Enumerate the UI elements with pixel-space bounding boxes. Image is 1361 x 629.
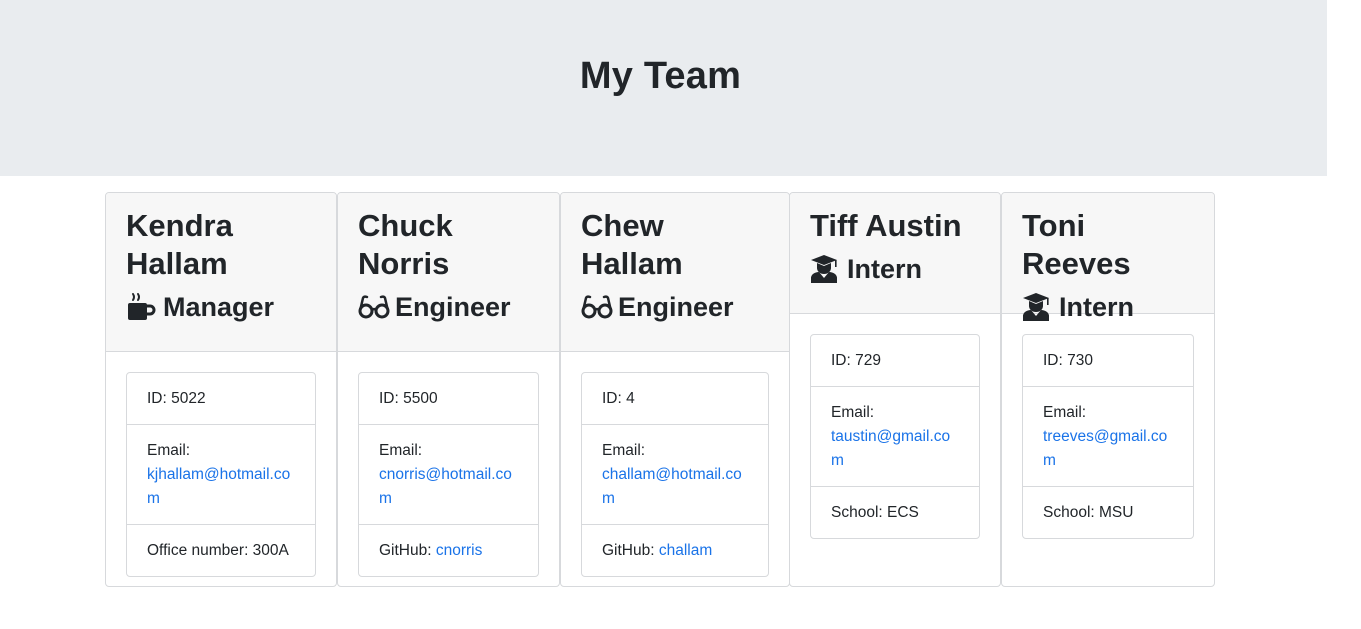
employee-details: ID: 729 Email: taustin@gmail.com School:…: [810, 334, 980, 539]
employee-name: Chew Hallam: [581, 208, 683, 281]
employee-id: ID: 5022: [127, 373, 315, 425]
email-label: Email:: [1043, 404, 1087, 421]
employee-role: Manager: [126, 290, 316, 324]
card-body: ID: 5500 Email: cnorris@hotmail.com GitH…: [338, 352, 559, 586]
employee-card-engineer: Chew Hallam Engineer ID: 4 Email: challa…: [560, 192, 790, 587]
page-header: My Team: [0, 0, 1327, 176]
employee-id: ID: 4: [582, 373, 768, 425]
employee-card-intern: Toni Reeves Intern ID: 730 Email: treeve…: [1001, 192, 1215, 587]
employee-role-label: Manager: [163, 292, 275, 322]
email-link[interactable]: taustin@gmail.com: [831, 428, 950, 469]
glasses-icon: [358, 292, 390, 322]
employee-email: Email: taustin@gmail.com: [811, 387, 979, 487]
employee-card-manager: Kendra Hallam Manager ID: 5022 Email: kj…: [105, 192, 337, 587]
employee-details: ID: 4 Email: challam@hotmail.com GitHub:…: [581, 372, 769, 577]
github: GitHub: cnorris: [359, 525, 538, 576]
card-header: Chew Hallam Engineer: [561, 193, 789, 352]
card-header: Tiff Austin Intern: [790, 193, 1000, 314]
card-body: ID: 4 Email: challam@hotmail.com GitHub:…: [561, 352, 789, 586]
employee-role: Engineer: [358, 290, 539, 324]
employee-name: Chuck Norris: [358, 208, 453, 281]
employee-role-label: Intern: [1059, 292, 1135, 322]
employee-email: Email: cnorris@hotmail.com: [359, 425, 538, 525]
email-link[interactable]: kjhallam@hotmail.com: [147, 466, 290, 507]
email-link[interactable]: challam@hotmail.com: [602, 466, 742, 507]
email-label: Email:: [379, 442, 423, 459]
card-body: ID: 730 Email: treeves@gmail.com School:…: [1002, 314, 1214, 559]
github-link[interactable]: cnorris: [436, 542, 483, 559]
card-header: Toni Reeves Intern: [1002, 193, 1214, 322]
employee-email: Email: treeves@gmail.com: [1023, 387, 1193, 487]
card-header: Chuck Norris Engineer: [338, 193, 559, 352]
employee-card-intern: Tiff Austin Intern ID: 729 Email: tausti…: [789, 192, 1001, 587]
email-label: Email:: [147, 442, 191, 459]
employee-role-label: Engineer: [395, 292, 511, 322]
glasses-icon: [581, 292, 613, 322]
email-label: Email:: [831, 404, 875, 421]
github: GitHub: challam: [582, 525, 768, 576]
card-body: ID: 729 Email: taustin@gmail.com School:…: [790, 314, 1000, 559]
employee-id: ID: 729: [811, 335, 979, 387]
page-title: My Team: [579, 54, 742, 97]
employee-name: Tiff Austin: [810, 208, 962, 243]
email-link[interactable]: cnorris@hotmail.com: [379, 466, 512, 507]
mug-hot-icon: [126, 292, 158, 322]
employee-email: Email: kjhallam@hotmail.com: [127, 425, 315, 525]
github-label: GitHub:: [379, 542, 436, 559]
email-link[interactable]: treeves@gmail.com: [1043, 428, 1167, 469]
employee-role-label: Intern: [847, 254, 923, 284]
github-label: GitHub:: [602, 542, 659, 559]
employee-name: Toni Reeves: [1022, 208, 1131, 281]
email-label: Email:: [602, 442, 646, 459]
employee-id: ID: 730: [1023, 335, 1193, 387]
github-link[interactable]: challam: [659, 542, 712, 559]
employee-name: Kendra Hallam: [126, 208, 233, 281]
employee-details: ID: 730 Email: treeves@gmail.com School:…: [1022, 334, 1194, 539]
employee-card-engineer: Chuck Norris Engineer ID: 5500 Email: cn…: [337, 192, 560, 587]
card-body: ID: 5022 Email: kjhallam@hotmail.com Off…: [106, 352, 336, 586]
employee-role: Intern: [810, 252, 980, 286]
graduate-icon: [810, 254, 842, 284]
employee-id: ID: 5500: [359, 373, 538, 425]
employee-details: ID: 5022 Email: kjhallam@hotmail.com Off…: [126, 372, 316, 577]
card-header: Kendra Hallam Manager: [106, 193, 336, 352]
employee-details: ID: 5500 Email: cnorris@hotmail.com GitH…: [358, 372, 539, 577]
office-number: Office number: 300A: [147, 542, 289, 559]
school: School: MSU: [1043, 504, 1134, 521]
employee-role-label: Engineer: [618, 292, 734, 322]
employee-email: Email: challam@hotmail.com: [582, 425, 768, 525]
school: School: ECS: [831, 504, 919, 521]
employee-role: Engineer: [581, 290, 769, 324]
graduate-icon: [1022, 292, 1054, 322]
